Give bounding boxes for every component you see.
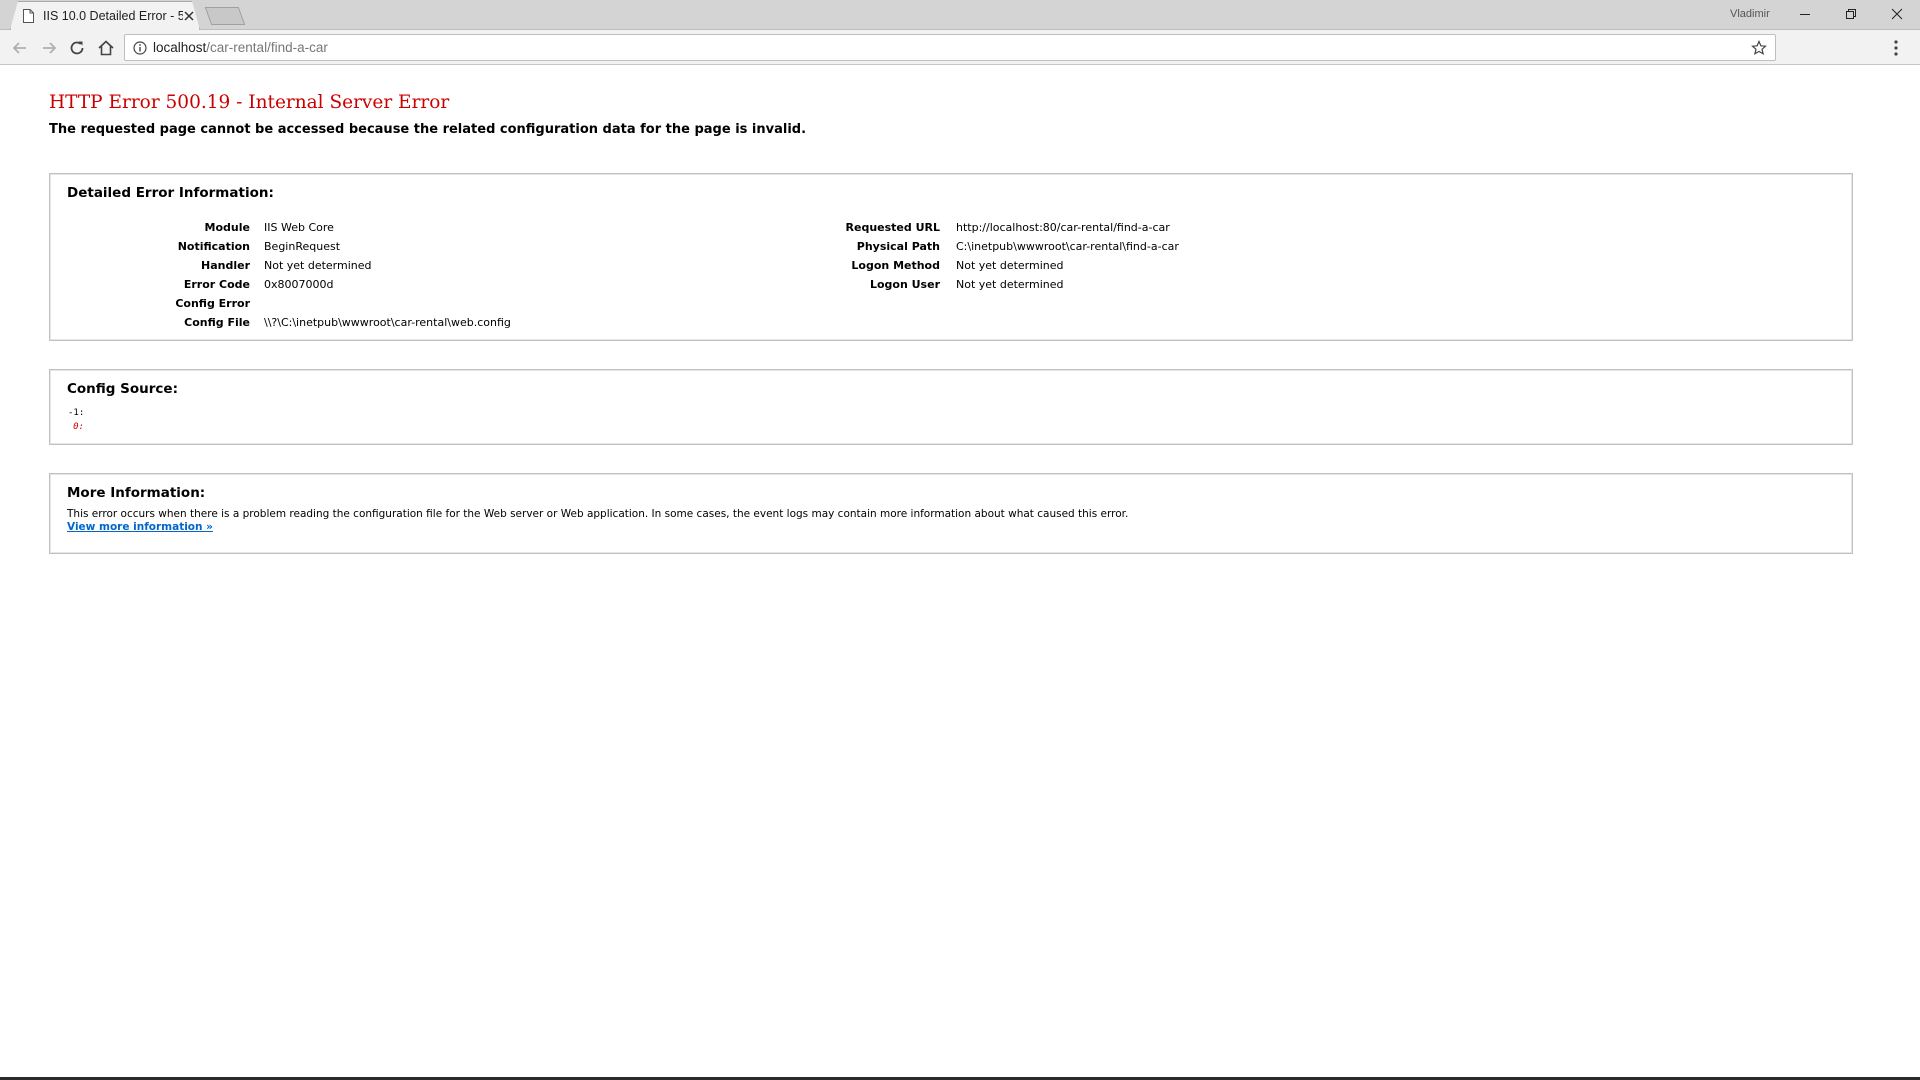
url-text[interactable]: localhost/car-rental/find-a-car xyxy=(153,40,328,55)
detail-value: Not yet determined xyxy=(956,278,1064,291)
browser-toolbar: localhost/car-rental/find-a-car xyxy=(0,30,1920,65)
detail-label: Error Code xyxy=(183,278,250,291)
code-line: -1: xyxy=(68,408,84,418)
new-tab-button[interactable] xyxy=(204,7,246,25)
more-information-heading: More Information: xyxy=(67,485,206,501)
more-information-panel: More Information: This error occurs when… xyxy=(49,473,1853,554)
detail-value: 0x8007000d xyxy=(264,278,334,291)
minimize-icon xyxy=(1800,14,1810,15)
url-path: /car-rental/find-a-car xyxy=(206,40,328,55)
restore-button[interactable] xyxy=(1828,0,1874,28)
kebab-menu-icon[interactable] xyxy=(1888,38,1904,58)
config-source-panel: Config Source: -1: 0: xyxy=(49,369,1853,445)
close-icon xyxy=(1891,8,1903,20)
detail-value: Not yet determined xyxy=(956,259,1064,272)
detail-label: Logon Method xyxy=(851,259,940,272)
back-arrow-icon[interactable] xyxy=(10,38,30,58)
detail-label: Config File xyxy=(184,316,250,329)
detail-value: Not yet determined xyxy=(264,259,372,272)
detail-value: C:\inetpub\wwwroot\car-rental\find-a-car xyxy=(956,240,1179,253)
document-icon xyxy=(23,9,34,23)
error-title: HTTP Error 500.19 - Internal Server Erro… xyxy=(49,92,450,113)
detail-label: Requested URL xyxy=(845,221,940,234)
detail-label: Module xyxy=(204,221,250,234)
detail-value: IIS Web Core xyxy=(264,221,334,234)
browser-titlebar: IIS 10.0 Detailed Error - 5 Vladimir xyxy=(0,0,1920,30)
more-information-text: This error occurs when there is a proble… xyxy=(67,508,1129,520)
info-icon[interactable] xyxy=(133,41,147,55)
error-subtitle: The requested page cannot be accessed be… xyxy=(49,122,807,137)
restore-icon xyxy=(1846,9,1856,19)
address-bar[interactable]: localhost/car-rental/find-a-car xyxy=(124,34,1776,61)
bookmark-star-icon[interactable] xyxy=(1751,40,1767,56)
code-line-number: 0: xyxy=(73,422,84,432)
detailed-error-panel: Detailed Error Information: Module IIS W… xyxy=(49,173,1853,341)
close-tab-icon[interactable] xyxy=(183,10,195,22)
minimize-button[interactable] xyxy=(1782,0,1828,28)
view-more-information-link[interactable]: View more information » xyxy=(67,521,213,533)
detail-value: http://localhost:80/car-rental/find-a-ca… xyxy=(956,221,1170,234)
browser-tab[interactable]: IIS 10.0 Detailed Error - 5 xyxy=(10,1,200,30)
close-window-button[interactable] xyxy=(1874,0,1920,28)
detail-value: \\?\C:\inetpub\wwwroot\car-rental\web.co… xyxy=(264,316,511,329)
reload-icon[interactable] xyxy=(67,38,87,58)
tab-title: IIS 10.0 Detailed Error - 5 xyxy=(43,9,183,23)
home-icon[interactable] xyxy=(96,38,116,58)
detail-label: Handler xyxy=(201,259,250,272)
profile-name[interactable]: Vladimir xyxy=(1730,8,1770,20)
code-line-highlighted: 0: xyxy=(68,422,84,432)
detail-label: Config Error xyxy=(175,297,250,310)
detail-label: Logon User xyxy=(869,278,940,291)
detail-label: Notification xyxy=(177,240,250,253)
detailed-error-heading: Detailed Error Information: xyxy=(67,185,274,201)
forward-arrow-icon[interactable] xyxy=(39,38,59,58)
code-line-number: -1: xyxy=(68,408,85,418)
url-host: localhost xyxy=(153,40,207,55)
detail-label: Physical Path xyxy=(856,240,940,253)
config-source-heading: Config Source: xyxy=(67,381,178,397)
detail-value: BeginRequest xyxy=(264,240,341,253)
